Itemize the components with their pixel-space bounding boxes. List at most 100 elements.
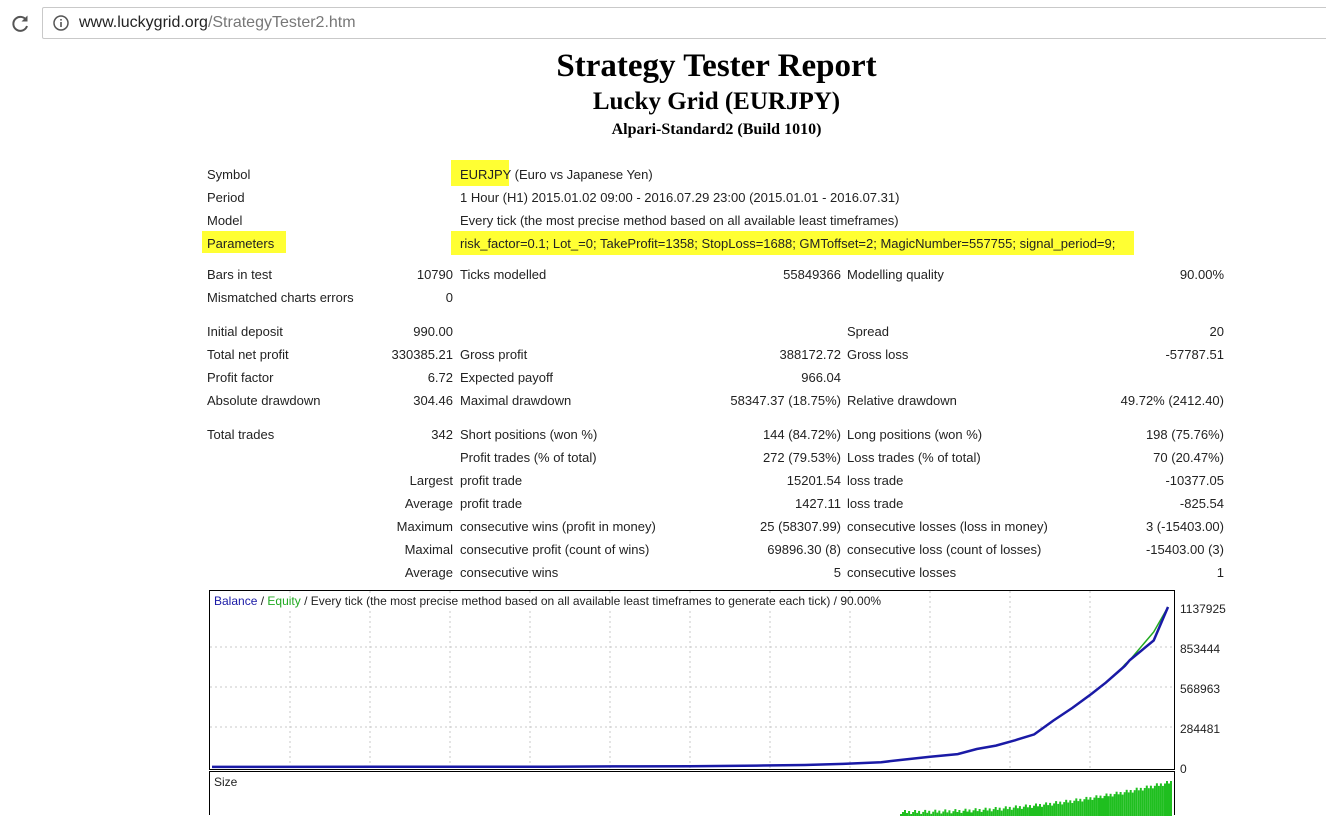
size-bar xyxy=(1106,794,1108,816)
size-bar xyxy=(1152,788,1154,816)
size-bar xyxy=(928,811,930,816)
size-bar xyxy=(1140,788,1142,816)
size-bar xyxy=(1085,797,1087,816)
url-domain: www.luckygrid.org xyxy=(79,14,208,31)
max-wins-value: 25 (58307.99) xyxy=(700,519,841,535)
payoff-value: 966.04 xyxy=(700,370,841,386)
short-value: 144 (84.72%) xyxy=(700,427,841,443)
avg-losses-label: consecutive losses xyxy=(847,565,956,581)
maximal-label: Maximal xyxy=(353,542,453,558)
size-bar xyxy=(1138,790,1140,816)
size-bar xyxy=(944,809,946,816)
size-bar xyxy=(1091,800,1093,816)
mismatch-label: Mismatched charts errors xyxy=(207,290,354,306)
size-bar xyxy=(1093,798,1095,816)
size-bar xyxy=(1069,800,1071,816)
size-bar xyxy=(1051,806,1053,816)
size-bar xyxy=(1015,805,1017,816)
size-bar xyxy=(1079,799,1081,816)
grossprofit-value: 388172.72 xyxy=(700,347,841,363)
info-icon[interactable] xyxy=(53,15,69,31)
size-bar xyxy=(956,812,958,816)
size-bar xyxy=(1112,797,1114,816)
maximal-profit-label: consecutive profit (count of wins) xyxy=(460,542,649,558)
size-bar xyxy=(1087,800,1089,816)
size-bar xyxy=(1098,798,1100,816)
size-bar xyxy=(1043,805,1045,816)
size-bar xyxy=(1116,792,1118,816)
size-bar xyxy=(1011,810,1013,816)
size-bar xyxy=(987,811,989,816)
reldd-value: 49.72% (2412.40) xyxy=(1080,393,1224,409)
max-losses-value: 3 (-15403.00) xyxy=(1100,519,1224,535)
size-bar xyxy=(1089,797,1091,816)
size-bar xyxy=(1154,786,1156,816)
avg-wins-label: consecutive wins xyxy=(460,565,558,581)
size-bar xyxy=(1126,790,1128,816)
max-wins-label: consecutive wins (profit in money) xyxy=(460,519,656,535)
balance-chart-plot xyxy=(210,591,1174,769)
average-profit-value: 1427.11 xyxy=(700,496,841,512)
size-bar xyxy=(1053,803,1055,816)
avgcons-label: Average xyxy=(353,565,453,581)
y-tick-label: 1137925 xyxy=(1180,602,1226,616)
size-bar xyxy=(1150,786,1152,816)
size-bar xyxy=(1158,786,1160,816)
y-tick-label: 0 xyxy=(1180,762,1187,776)
size-bar xyxy=(1164,784,1166,816)
average-label: Average xyxy=(353,496,453,512)
size-bar xyxy=(1144,788,1146,816)
size-bar xyxy=(1134,790,1136,816)
size-bar xyxy=(914,810,916,816)
parameters-label: Parameters xyxy=(207,236,274,252)
size-bar xyxy=(1001,811,1003,816)
maxdd-label: Maximal drawdown xyxy=(460,393,571,409)
size-bar xyxy=(963,811,965,816)
size-bar xyxy=(1077,801,1079,816)
avg-losses-value: 1 xyxy=(1100,565,1224,581)
model-value: Every tick (the most precise method base… xyxy=(460,213,899,229)
netprofit-label: Total net profit xyxy=(207,347,289,363)
maximum-label: Maximum xyxy=(353,519,453,535)
largest-profit-value: 15201.54 xyxy=(700,473,841,489)
size-bar xyxy=(1170,781,1172,816)
deposit-label: Initial deposit xyxy=(207,324,283,340)
size-bar xyxy=(948,810,950,816)
url-text[interactable]: www.luckygrid.org/StrategyTester2.htm xyxy=(79,14,356,32)
maxdd-value: 58347.37 (18.75%) xyxy=(680,393,841,409)
url-path: /StrategyTester2.htm xyxy=(208,14,356,31)
absdd-label: Absolute drawdown xyxy=(207,393,320,409)
size-bar xyxy=(1114,794,1116,816)
size-bar xyxy=(1071,803,1073,816)
address-bar[interactable]: www.luckygrid.org/StrategyTester2.htm xyxy=(42,7,1326,39)
legend-description: / Every tick (the most precise method ba… xyxy=(301,594,881,608)
size-bar xyxy=(1104,796,1106,816)
size-chart: Size xyxy=(209,771,1175,815)
size-bar xyxy=(1067,803,1069,816)
report-server: Alpari-Standard2 (Build 1010) xyxy=(0,121,1326,139)
chart-legend: Balance / Equity / Every tick (the most … xyxy=(214,594,881,608)
average-loss-value: -825.54 xyxy=(1100,496,1224,512)
size-bar xyxy=(1160,783,1162,816)
size-bar xyxy=(922,812,924,816)
size-bar xyxy=(912,812,914,816)
size-bar xyxy=(958,810,960,816)
size-chart-label: Size xyxy=(214,775,237,789)
y-tick-label: 284481 xyxy=(1180,722,1220,736)
largest-loss-label: loss trade xyxy=(847,473,903,489)
size-bar xyxy=(936,813,938,816)
size-bar xyxy=(1124,792,1126,816)
size-chart-plot xyxy=(210,772,1174,816)
size-bar xyxy=(924,810,926,816)
maximal-loss-label: consecutive loss (count of losses) xyxy=(847,542,1041,558)
size-bar xyxy=(908,811,910,816)
size-bar xyxy=(1039,804,1041,816)
size-bar xyxy=(1061,804,1063,816)
size-bar xyxy=(1035,804,1037,816)
ltrades-value: 70 (20.47%) xyxy=(1100,450,1224,466)
size-bar xyxy=(1168,784,1170,816)
size-bar xyxy=(1081,802,1083,816)
reload-icon[interactable] xyxy=(8,12,32,36)
y-tick-label: 568963 xyxy=(1180,682,1220,696)
bars-label: Bars in test xyxy=(207,267,272,283)
